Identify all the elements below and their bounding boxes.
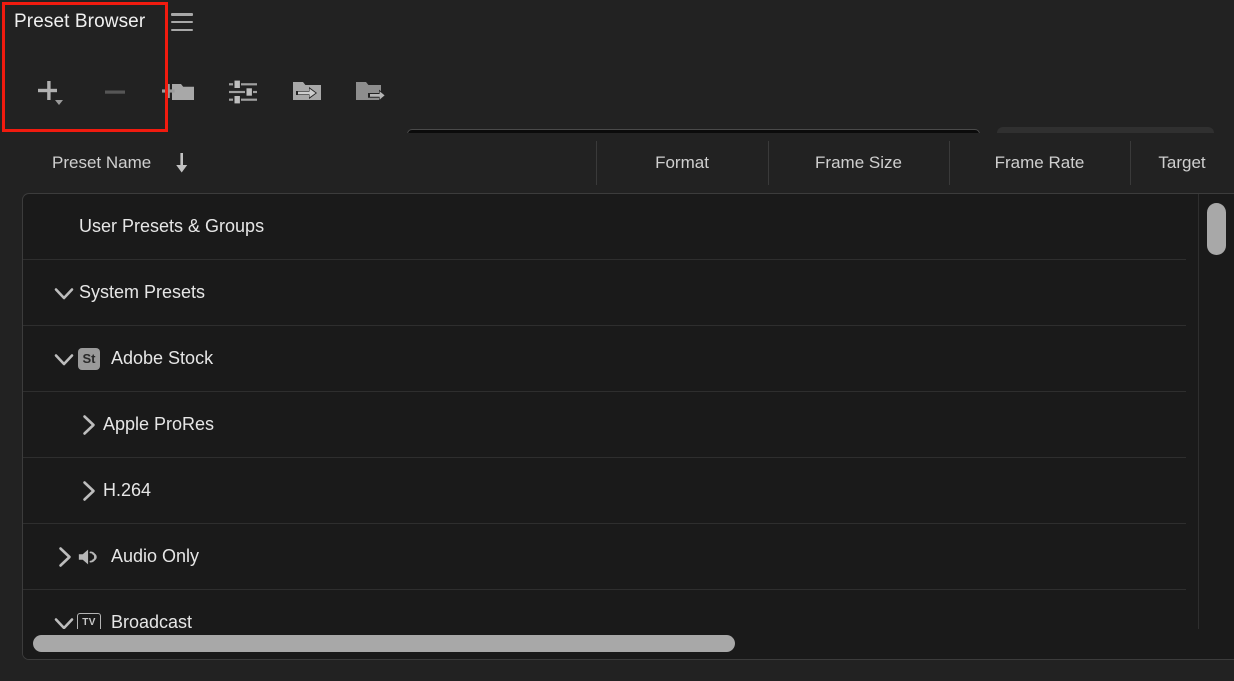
tree-row[interactable]: User Presets & Groups xyxy=(23,194,1186,260)
minus-icon xyxy=(105,90,125,94)
tree-row[interactable]: Apple ProRes xyxy=(23,392,1186,458)
sliders-icon xyxy=(229,80,257,104)
tree-row[interactable]: H.264 xyxy=(23,458,1186,524)
column-header-preset-name[interactable]: Preset Name xyxy=(0,133,596,193)
export-folder-icon xyxy=(356,82,386,102)
import-folder-icon xyxy=(293,82,321,100)
stock-badge-icon: St xyxy=(77,347,101,371)
vertical-scrollbar-thumb[interactable] xyxy=(1207,203,1226,255)
horizontal-scrollbar-thumb[interactable] xyxy=(33,635,735,652)
export-preset-button[interactable] xyxy=(348,69,394,115)
hamburger-menu-icon[interactable] xyxy=(171,13,194,31)
twisty-placeholder xyxy=(51,214,77,240)
preset-settings-button[interactable] xyxy=(220,69,266,115)
preset-tree-panel: User Presets & Groups System Presets St Ado… xyxy=(22,193,1234,660)
tree-row-label: System Presets xyxy=(79,282,206,302)
column-header-label: Frame Rate xyxy=(994,153,1085,172)
chevron-right-icon[interactable] xyxy=(75,478,101,504)
new-preset-button[interactable] xyxy=(26,69,72,115)
hamburger-line xyxy=(171,28,194,31)
chevron-down-icon[interactable] xyxy=(51,280,77,306)
column-header-label: Format xyxy=(655,153,709,172)
preset-tree-list: User Presets & Groups System Presets St Ado… xyxy=(23,194,1186,656)
tree-row-label: Apple ProRes xyxy=(103,414,215,434)
chevron-right-icon[interactable] xyxy=(51,544,77,570)
hamburger-line xyxy=(171,13,194,16)
delete-preset-button[interactable] xyxy=(92,69,138,115)
tree-row-label: User Presets & Groups xyxy=(79,216,265,236)
tree-row-label: Adobe Stock xyxy=(111,348,214,368)
vertical-scrollbar[interactable] xyxy=(1198,194,1234,631)
preset-browser-panel: Preset Browser Preset Name Format Frame … xyxy=(0,0,1234,681)
tree-row[interactable]: System Presets xyxy=(23,260,1186,326)
table-column-headers: Preset Name Format Frame Size Frame Rate… xyxy=(0,133,1234,193)
column-header-frame-size[interactable]: Frame Size xyxy=(768,133,949,193)
preset-toolbar: Apply Preset xyxy=(0,60,1234,174)
chevron-right-icon[interactable] xyxy=(75,412,101,438)
column-header-label: Frame Size xyxy=(815,153,902,172)
sort-descending-arrow-icon[interactable] xyxy=(173,152,191,174)
column-header-frame-rate[interactable]: Frame Rate xyxy=(949,133,1130,193)
new-folder-button[interactable] xyxy=(156,69,202,115)
import-preset-button[interactable] xyxy=(284,69,330,115)
speaker-icon xyxy=(77,545,101,569)
chevron-down-icon[interactable] xyxy=(51,346,77,372)
tree-row[interactable]: St Adobe Stock xyxy=(23,326,1186,392)
column-header-label: Preset Name xyxy=(52,153,152,172)
plus-icon xyxy=(38,81,63,105)
column-header-format[interactable]: Format xyxy=(596,133,768,193)
page-title: Preset Browser xyxy=(14,11,146,32)
tree-row-label: Audio Only xyxy=(111,546,200,566)
hamburger-line xyxy=(171,20,194,24)
horizontal-scrollbar[interactable] xyxy=(23,629,1234,659)
tree-row[interactable]: Audio Only xyxy=(23,524,1186,590)
panel-title-bar: Preset Browser xyxy=(0,0,1234,44)
tree-row-label: H.264 xyxy=(103,480,152,500)
column-header-label: Target xyxy=(1158,153,1206,172)
column-header-target[interactable]: Target xyxy=(1130,133,1234,193)
new-folder-icon xyxy=(162,84,194,100)
